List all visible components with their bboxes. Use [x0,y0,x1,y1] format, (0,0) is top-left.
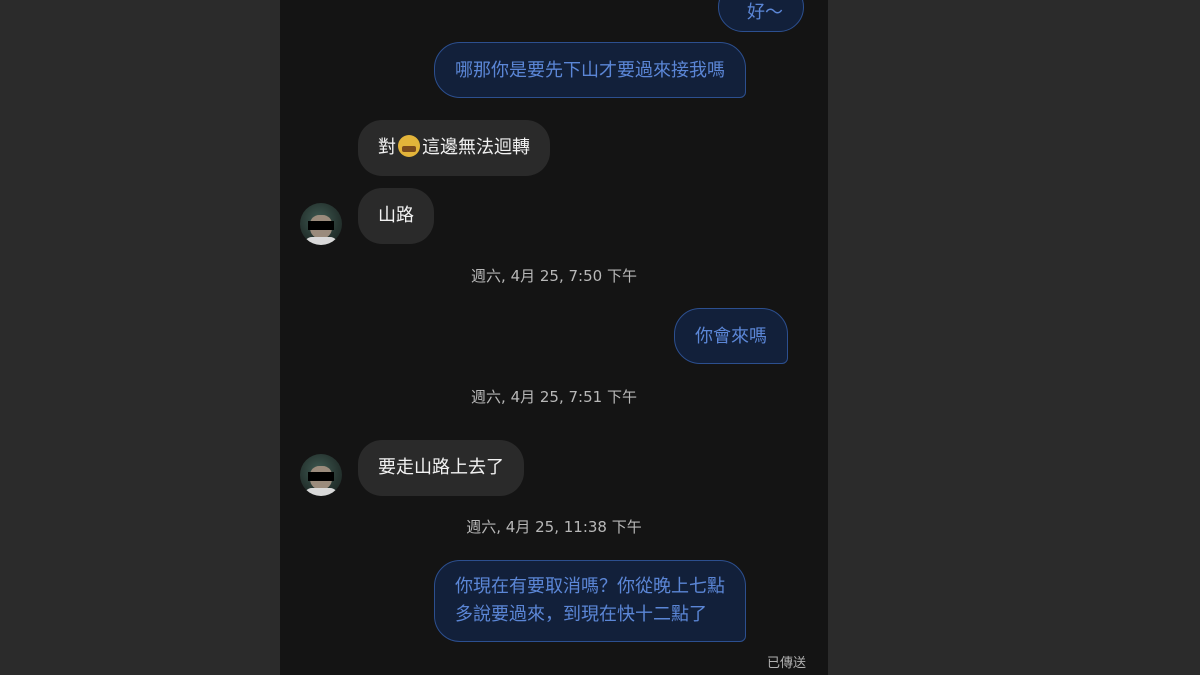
message-text: 對 [378,137,396,158]
timestamp: 週六, 4月 25, 11:38 下午 [466,518,642,536]
outgoing-message[interactable]: 你現在有要取消嗎？你從晚上七點 多說要過來，到現在快十二點了 [434,560,746,642]
incoming-message[interactable]: 要走山路上去了 [358,440,524,496]
outgoing-message[interactable]: 好～ [718,0,804,32]
outgoing-message[interactable]: 哪那你是要先下山才要過來接我嗎 [434,42,746,98]
message-text: 這邊無法迴轉 [422,137,530,158]
right-backdrop [828,0,1200,675]
left-backdrop [0,0,280,675]
message-text: 山路 [378,205,414,226]
message-text: 哪那你是要先下山才要過來接我嗎 [455,60,725,81]
timestamp: 週六, 4月 25, 7:50 下午 [471,267,637,285]
message-text: 要走山路上去了 [378,457,504,478]
message-text: 你會來嗎 [695,326,767,347]
message-text-line: 多說要過來，到現在快十二點了 [455,604,707,625]
chat-screen: 好～ 哪那你是要先下山才要過來接我嗎 對 這邊無法迴轉 山路 週六, 4月 25,… [280,0,828,675]
timestamp: 週六, 4月 25, 7:51 下午 [471,388,637,406]
message-text-line: 你現在有要取消嗎？你從晚上七點 [455,576,725,597]
sent-status: 已傳送 [766,656,806,671]
incoming-message[interactable]: 對 這邊無法迴轉 [358,120,550,176]
contact-avatar[interactable] [300,203,342,245]
outgoing-message[interactable]: 你會來嗎 [674,308,788,364]
grimacing-face-emoji-icon [398,135,420,157]
contact-avatar[interactable] [300,454,342,496]
message-text: 好～ [747,2,783,23]
incoming-message[interactable]: 山路 [358,188,434,244]
